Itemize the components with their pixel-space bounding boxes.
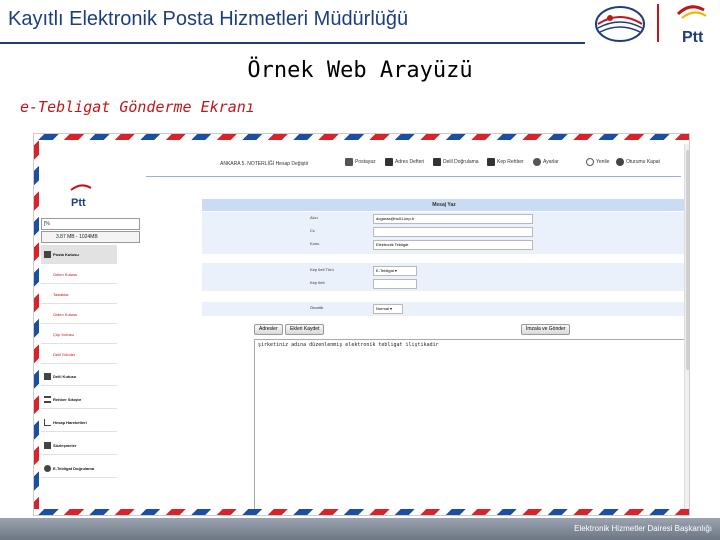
ptt-logo-icon: Ptt <box>676 5 707 46</box>
slide-footer: Elektronik Hizmetler Dairesi Başkanlığı <box>0 518 720 540</box>
logo-separator <box>657 4 659 42</box>
sidebar-search-input[interactable]: [% <box>41 218 140 230</box>
airmail-border-top <box>34 134 689 140</box>
priority-select[interactable]: Normal ▾ <box>373 304 403 314</box>
pen-icon <box>345 158 353 166</box>
sidebar-item-drafts[interactable]: Taslaklar <box>41 285 117 304</box>
sidebar-item-contracts[interactable]: Sözleşmeler <box>41 436 117 455</box>
kep-no-label: Kep Ileti <box>310 280 325 285</box>
sidebar-item-account-activity[interactable]: Hesap Hareketleri <box>41 413 117 432</box>
priority-fields: Öncelik Normal ▾ <box>202 302 686 316</box>
addresses-button[interactable]: Adresler <box>254 324 283 335</box>
toolbar-logout[interactable]: Oturumu Kapat <box>616 158 660 166</box>
sidebar-item-etebligat-verify[interactable]: E-Tebligat Doğrulama <box>41 459 117 478</box>
toolbar-kep-directory[interactable]: Kep Rehber <box>487 158 524 166</box>
kep-type-select[interactable]: E-Tebligat ▾ <box>373 266 417 276</box>
toolbar-divider <box>146 176 681 177</box>
sign-and-send-button[interactable]: İmzala ve Gönder <box>521 324 571 335</box>
subject-input[interactable]: Elektronik Tebligat <box>373 240 533 250</box>
address-book-icon <box>385 158 393 166</box>
list-icon <box>44 395 51 403</box>
toolbar-refresh[interactable]: Yenile <box>586 158 609 166</box>
toolbar-evidence-verify[interactable]: Delil Doğrulama <box>433 158 479 166</box>
kep-fields: Kep Ileti Türü E-Tebligat ▾ Kep Ileti <box>202 263 686 291</box>
mailbox-icon <box>44 250 51 258</box>
slide-title: Kayıtlı Elektronik Posta Hizmetleri Müdü… <box>8 8 409 30</box>
slide-subtitle: Örnek Web Arayüzü <box>247 58 473 83</box>
message-body-textarea[interactable]: şirketiniz adına düzenlenmiş elektronik … <box>254 339 685 511</box>
sidebar-item-trash[interactable]: Çöp Kutusu <box>41 325 117 344</box>
footer-text: Elektronik Hizmetler Dairesi Başkanlığı <box>574 524 712 533</box>
kep-type-label: Kep Ileti Türü <box>310 267 334 272</box>
scrollbar-thumb[interactable] <box>686 150 689 370</box>
refresh-icon <box>586 158 594 166</box>
section-label: e-Tebligat Gönderme Ekranı <box>20 98 255 116</box>
vertical-scrollbar[interactable] <box>684 144 689 511</box>
inbox-icon <box>44 372 51 380</box>
gear-icon <box>533 158 541 166</box>
airmail-border-bottom <box>34 509 689 515</box>
compose-title: Mesaj Yaz <box>202 199 686 211</box>
save-attachments-button[interactable]: Ekleri Kaydet <box>285 324 325 335</box>
subject-label: Konu <box>310 241 320 246</box>
sidebar-item-evidence-box[interactable]: Delil Kutusu <box>41 367 117 386</box>
chart-icon <box>44 418 51 426</box>
ptt-logo-text: Ptt <box>682 29 704 46</box>
directory-icon <box>487 158 495 166</box>
document-check-icon <box>433 158 441 166</box>
sidebar-item-compress-directory[interactable]: Rehber Sıkıştır <box>41 390 117 409</box>
toolbar-settings[interactable]: Ayarlar <box>533 158 559 166</box>
cc-input[interactable] <box>373 227 533 237</box>
contract-icon <box>44 441 51 449</box>
web-interface-screenshot: ANKARA 5. NOTERLİĞİ Hesap Değiştir Posta… <box>33 133 690 516</box>
account-switch-link[interactable]: ANKARA 5. NOTERLİĞİ Hesap Değiştir <box>220 161 308 167</box>
ministry-logo-icon <box>595 6 645 42</box>
sidebar-item-send-evidence[interactable]: Delil Gönder <box>41 345 117 364</box>
toolbar-compose[interactable]: Postayaz <box>345 158 376 166</box>
header-divider <box>0 42 585 44</box>
sidebar-item-sent[interactable]: Giden Kutusu <box>41 305 117 324</box>
cc-label: Cc <box>310 228 315 233</box>
logout-icon <box>616 158 624 166</box>
priority-label: Öncelik <box>310 305 324 310</box>
seal-icon <box>44 464 51 472</box>
sidebar-item-mailbox[interactable]: Posta Kutusu <box>41 245 117 264</box>
top-toolbar: ANKARA 5. NOTERLİĞİ Hesap Değiştir Posta… <box>39 148 687 174</box>
toolbar-address-book[interactable]: Adres Defteri <box>385 158 424 166</box>
mailbox-quota: 3.87 MB - 1024MB <box>41 231 140 243</box>
to-input[interactable]: dogaras@hs01.kep.tr <box>373 214 533 224</box>
sidebar-logo-text: Ptt <box>71 197 86 209</box>
to-label: Alıcı <box>310 215 318 220</box>
ptt-sidebar-logo-icon: Ptt <box>70 184 92 209</box>
sidebar: Ptt [% 3.87 MB - 1024MB Posta Kutusu Gel… <box>39 178 141 513</box>
kep-no-input[interactable] <box>373 279 417 289</box>
sidebar-item-inbox[interactable]: Gelen Kutusu <box>41 265 117 284</box>
recipient-fields: Alıcı dogaras@hs01.kep.tr Cc Konu Elektr… <box>202 212 686 254</box>
